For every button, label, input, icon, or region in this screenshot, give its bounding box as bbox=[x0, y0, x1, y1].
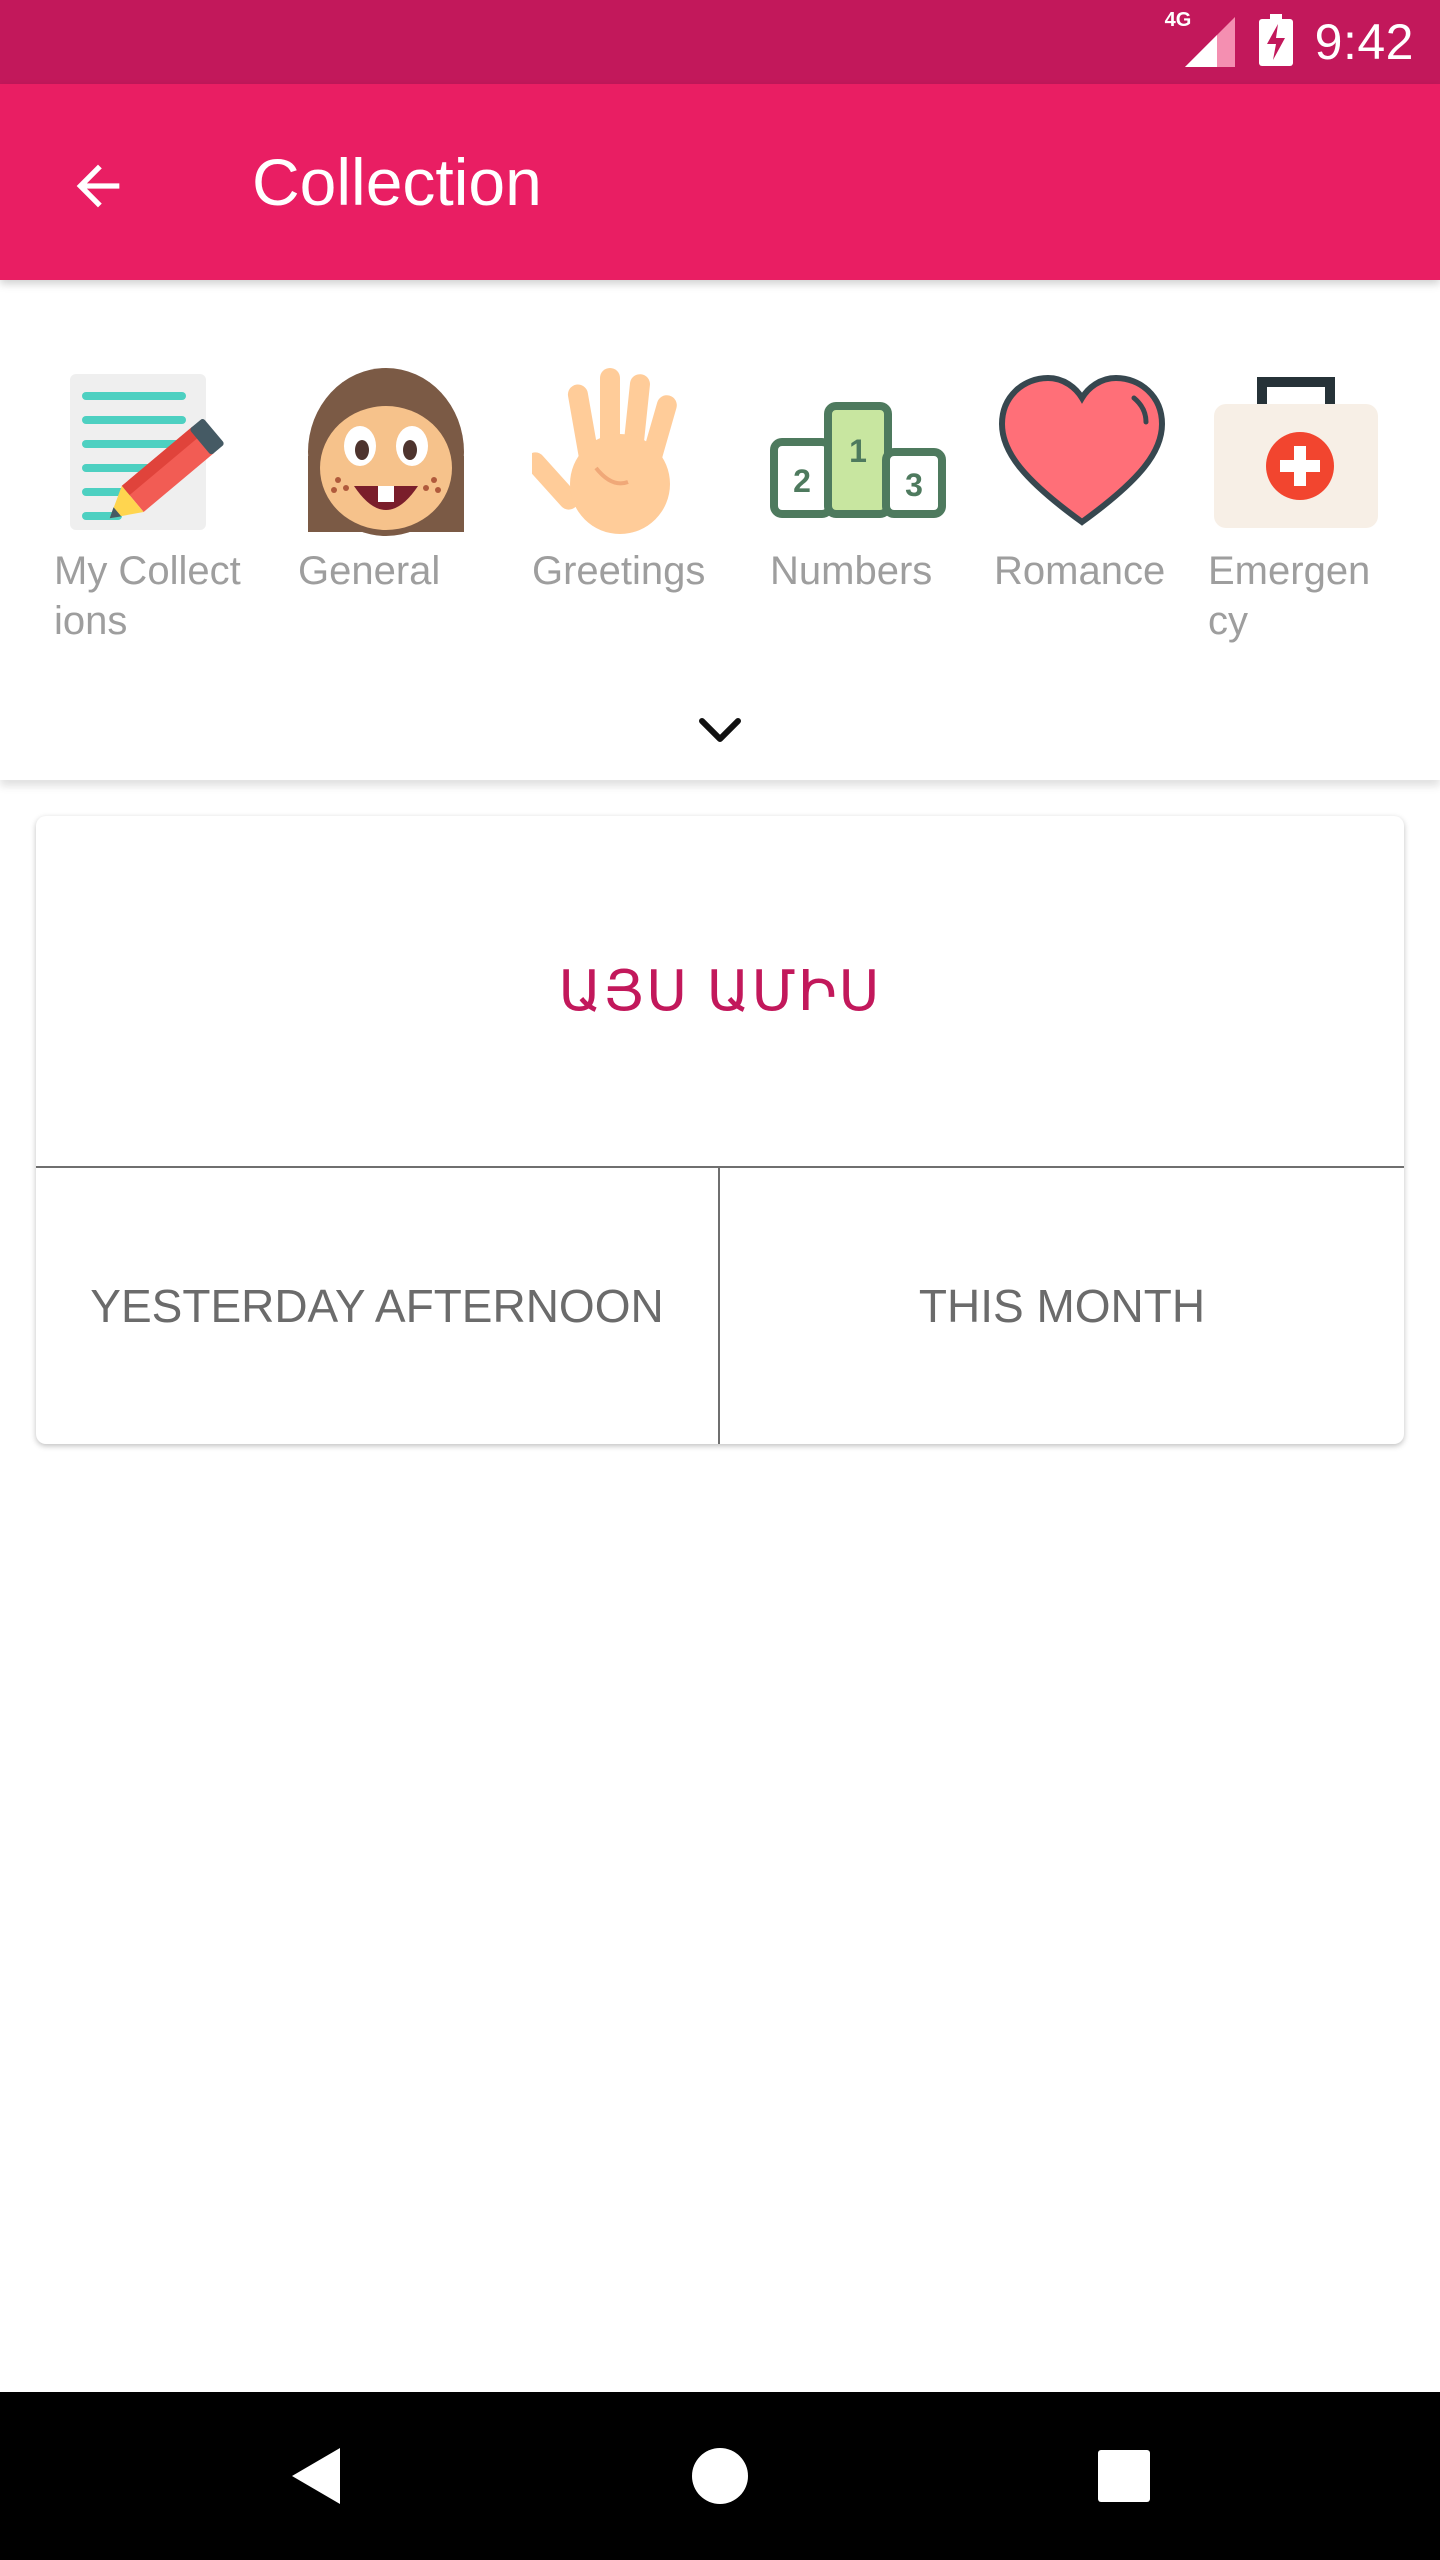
expand-categories-button[interactable] bbox=[680, 700, 760, 760]
category-greetings[interactable]: Greetings bbox=[532, 364, 752, 596]
category-label: Numbers bbox=[770, 549, 933, 593]
category-label: Greetings bbox=[532, 549, 706, 593]
category-strip: My Collect ions General Greetings 2 1 3 … bbox=[0, 280, 1440, 780]
category-label: Romance bbox=[994, 549, 1166, 593]
nav-recents-icon bbox=[1098, 2450, 1150, 2502]
quiz-card: ԱՅՍ ԱՄԻՍ YESTERDAY AFTERNOON THIS MONTH bbox=[36, 816, 1404, 1444]
nav-back-button[interactable] bbox=[276, 2436, 356, 2516]
heart-icon bbox=[998, 374, 1166, 526]
podium-digit: 1 bbox=[849, 433, 867, 469]
first-aid-kit-icon bbox=[1214, 377, 1378, 528]
status-bar: 4G 9:42 bbox=[0, 0, 1440, 84]
nav-back-icon bbox=[292, 2448, 340, 2504]
nav-home-icon bbox=[692, 2448, 748, 2504]
nav-home-button[interactable] bbox=[680, 2436, 760, 2516]
status-icons: 4G 9:42 bbox=[1165, 0, 1414, 84]
answer-option-2[interactable]: THIS MONTH bbox=[720, 1168, 1404, 1444]
category-label: Emergen cy bbox=[1208, 549, 1371, 643]
chevron-down-icon bbox=[699, 718, 741, 742]
signal-icon: 4G bbox=[1165, 9, 1237, 69]
back-button[interactable] bbox=[50, 138, 146, 234]
app-bar: Collection bbox=[0, 84, 1440, 280]
podium-digit: 2 bbox=[793, 463, 811, 499]
category-my-collections[interactable]: My Collect ions bbox=[54, 364, 274, 646]
category-label: My Collect ions bbox=[54, 549, 241, 643]
network-type-label: 4G bbox=[1164, 9, 1192, 31]
podium-digit: 3 bbox=[905, 467, 923, 503]
category-general[interactable]: General bbox=[298, 364, 518, 596]
quiz-prompt: ԱՅՍ ԱՄԻՍ bbox=[558, 959, 882, 1022]
category-romance[interactable]: Romance bbox=[994, 364, 1214, 596]
waving-hand-icon bbox=[532, 368, 677, 534]
podium-icon: 2 1 3 bbox=[770, 402, 946, 518]
category-label: General bbox=[298, 549, 441, 593]
battery-charging-icon bbox=[1258, 13, 1293, 71]
notebook-pencil-icon bbox=[70, 374, 224, 530]
navigation-bar bbox=[0, 2392, 1440, 2560]
answer-option-1[interactable]: YESTERDAY AFTERNOON bbox=[36, 1168, 718, 1444]
page-title: Collection bbox=[252, 145, 542, 219]
category-numbers[interactable]: 2 1 3 Numbers bbox=[770, 364, 990, 596]
nav-recents-button[interactable] bbox=[1084, 2436, 1164, 2516]
smiling-face-icon bbox=[308, 368, 464, 536]
clock: 9:42 bbox=[1314, 14, 1414, 70]
arrow-back-icon bbox=[76, 164, 120, 208]
category-emergency[interactable]: Emergen cy bbox=[1208, 364, 1428, 646]
